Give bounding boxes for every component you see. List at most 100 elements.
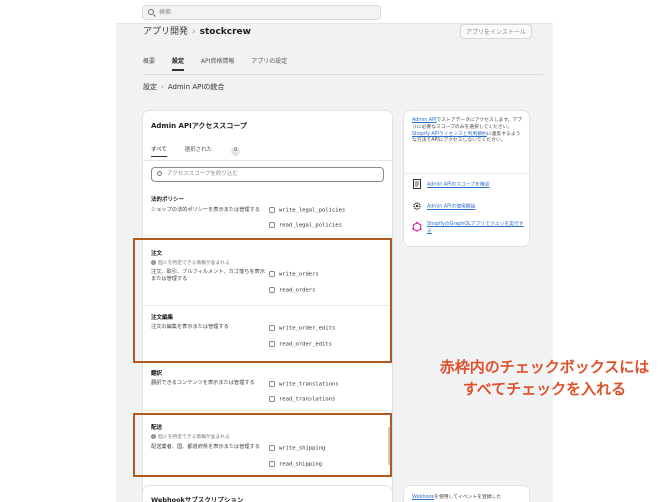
annotation-line-1: 赤枠内のチェックボックスには	[439, 358, 650, 376]
search-icon	[148, 9, 154, 15]
pii-note-text: 個人を特定できる情報が含まれる	[158, 261, 230, 266]
sidebar-link-getting-started-label: Admin APIの使用開始	[427, 204, 476, 210]
admin-app: 検索 アプリ開発 › stockcrew アプリをインストール 概要 設定 API資…	[116, 0, 553, 502]
section-desc-shipping: 配送業者、国、都道府県を表示または管理する	[151, 444, 260, 450]
section-title-legal: 法的ポリシー	[151, 197, 185, 203]
webhook-info-text: Webhookを使用してイベントを登録した	[412, 493, 501, 500]
page-title: アプリ開発 › stockcrew	[143, 24, 251, 37]
scope-row[interactable]: read_orders	[269, 287, 315, 294]
scope-label: write_legal_policies	[279, 207, 346, 214]
scope-label: read_shipping	[279, 461, 323, 468]
sidebar-link-getting-started[interactable]: Admin APIの使用開始	[412, 201, 475, 211]
search-placeholder: 検索	[159, 9, 172, 16]
breadcrumb: 設定 › Admin APIの統合	[143, 82, 224, 92]
gear-icon	[413, 202, 421, 210]
sidebar-link-scopes-label: Admin APIのスコープを確認	[427, 182, 490, 188]
scope-checkbox[interactable]	[269, 381, 275, 387]
breadcrumb-separator: ›	[192, 27, 196, 37]
pii-note-text: 個人を特定できる情報が含まれる	[158, 435, 230, 440]
global-search-input[interactable]: 検索	[142, 5, 381, 20]
webhook-link[interactable]: Webhook	[412, 495, 434, 500]
scope-label: write_translations	[279, 381, 339, 388]
tab-selected-scopes[interactable]: 選択された 0	[185, 145, 257, 159]
license-terms-link[interactable]: Shopify APIライセンスと利用規約	[412, 132, 487, 137]
breadcrumb-app-dev[interactable]: アプリ開発	[143, 27, 188, 37]
scope-checkbox[interactable]	[269, 222, 275, 228]
scope-row[interactable]: write_legal_policies	[269, 207, 345, 214]
sidebar-link-graphql-label: ShopifyのGraphQLアプリでクエリを実行する	[427, 222, 524, 234]
sidebar-link-graphql[interactable]: ShopifyのGraphQLアプリでクエリを実行する	[412, 222, 524, 236]
app-tabs: 概要 設定 API資格情報 アプリの設定	[143, 56, 302, 71]
section-divider	[143, 361, 392, 362]
scope-list-scrollbar[interactable]	[388, 427, 391, 465]
app-name: stockcrew	[199, 27, 251, 37]
scope-row[interactable]: read_shipping	[269, 461, 322, 468]
section-desc-orders: 注文、取引、フルフィルメント、カゴ落ちを表示または管理する	[151, 269, 265, 282]
section-divider	[143, 305, 392, 306]
annotation-callout: 赤枠内のチェックボックスには すべてチェックを入れる	[432, 356, 657, 400]
sidebar-link-scopes[interactable]: Admin APIのスコープを確認	[412, 179, 490, 189]
scope-row[interactable]: write_shipping	[269, 445, 325, 452]
scope-checkbox[interactable]	[269, 287, 275, 293]
pii-note: i 個人を特定できる情報が含まれる	[151, 433, 230, 440]
top-bar: 検索	[116, 0, 553, 24]
selected-count-badge: 0	[231, 147, 241, 156]
scope-label: read_order_edits	[279, 341, 332, 348]
section-desc-order-edits: 注文の編集を表示または管理する	[151, 324, 229, 330]
info-icon: i	[151, 434, 156, 439]
scope-checkbox[interactable]	[269, 271, 275, 277]
install-app-button[interactable]: アプリをインストール	[460, 24, 532, 39]
scope-tabs-divider	[143, 160, 392, 161]
scope-checkbox[interactable]	[269, 207, 275, 213]
scope-filter-input[interactable]: アクセススコープを絞り込む	[151, 167, 384, 182]
scopes-card: Admin APIアクセススコープ すべて 選択された 0 アクセススコープを絞り…	[143, 111, 392, 502]
scope-row[interactable]: write_order_edits	[269, 325, 335, 332]
scopes-card-title: Admin APIアクセススコープ	[151, 122, 247, 130]
info-icon: i	[151, 260, 156, 265]
scope-row[interactable]: read_order_edits	[269, 341, 332, 348]
tab-all-scopes[interactable]: すべて	[151, 145, 167, 157]
scope-label: write_order_edits	[279, 325, 336, 332]
scope-label: write_shipping	[279, 445, 326, 452]
scope-row[interactable]: write_translations	[269, 381, 339, 388]
admin-api-link[interactable]: Admin API	[412, 118, 436, 123]
scope-row[interactable]: read_legal_policies	[269, 222, 342, 229]
annotation-line-2: すべてチェックを入れる	[462, 380, 627, 398]
sidebar-intro: Admin APIでストアデータにアクセスします。アプリに必要なスコープのみを選…	[412, 118, 524, 145]
scope-checkbox[interactable]	[269, 325, 275, 331]
scope-row[interactable]: read_translations	[269, 396, 335, 403]
section-divider	[143, 235, 392, 236]
scope-filter-tabs: すべて 選択された 0	[151, 145, 272, 159]
scope-label: read_legal_policies	[279, 222, 342, 229]
breadcrumb-settings[interactable]: 設定	[143, 83, 157, 91]
document-icon	[413, 179, 421, 189]
search-icon	[157, 171, 162, 176]
scope-checkbox[interactable]	[269, 461, 275, 467]
webhook-info-rest: を使用してイベントを登録した	[434, 495, 502, 500]
tabs-divider	[143, 74, 543, 75]
scope-checkbox[interactable]	[269, 445, 275, 451]
breadcrumb-current: Admin APIの統合	[167, 83, 225, 91]
tab-api-credentials[interactable]: API資格情報	[201, 56, 235, 69]
scope-checkbox[interactable]	[269, 341, 275, 347]
scope-row[interactable]: write_orders	[269, 271, 319, 278]
section-title-orders: 注文	[151, 251, 163, 257]
tab-app-settings[interactable]: アプリの設定	[251, 56, 287, 69]
section-desc-translations: 翻訳できるコンテンツを表示または管理する	[151, 380, 255, 386]
screenshot-canvas: 検索 アプリ開発 › stockcrew アプリをインストール 概要 設定 API資…	[0, 0, 670, 502]
breadcrumb-separator: ›	[161, 83, 164, 91]
scope-filter-placeholder: アクセススコープを絞り込む	[167, 171, 238, 177]
sidebar-divider	[404, 173, 529, 174]
webhook-card: Webhookサブスクリプション	[143, 486, 392, 502]
tab-overview[interactable]: 概要	[143, 56, 155, 69]
section-divider	[143, 410, 392, 411]
section-title-translations: 翻訳	[151, 371, 163, 377]
pii-note: i 個人を特定できる情報が含まれる	[151, 259, 230, 266]
scope-checkbox[interactable]	[269, 396, 275, 402]
section-title-shipping: 配送	[151, 425, 163, 431]
tab-selected-label: 選択された	[184, 147, 213, 153]
scope-label: read_orders	[279, 287, 316, 294]
info-sidebar-card: Admin APIでストアデータにアクセスします。アプリに必要なスコープのみを選…	[404, 111, 529, 246]
tab-settings[interactable]: 設定	[171, 56, 184, 71]
scope-label: read_translations	[279, 396, 336, 403]
